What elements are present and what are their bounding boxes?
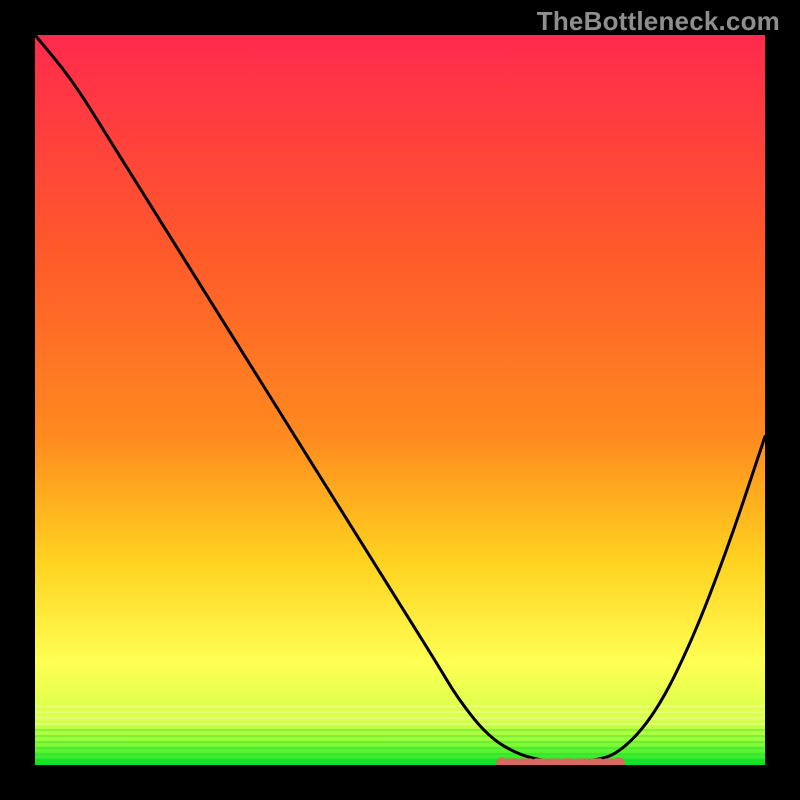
gradient-background (35, 35, 765, 765)
chart-frame: TheBottleneck.com (0, 0, 800, 800)
plot-area (35, 35, 765, 765)
chart-svg (35, 35, 765, 765)
watermark-label: TheBottleneck.com (537, 6, 780, 37)
